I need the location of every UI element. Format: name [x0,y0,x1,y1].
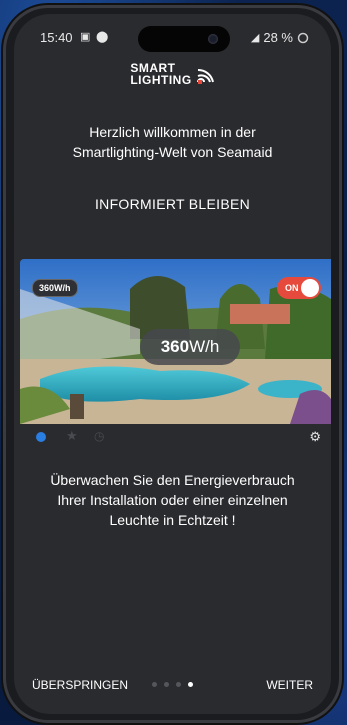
battery-icon [297,32,309,43]
signal-icon: ◢ [250,32,260,44]
media-toolbar: ★ ◷ ⚙ [20,424,331,450]
clock-icon[interactable]: ◷ [94,429,104,443]
light-toggle[interactable]: ON [277,277,321,299]
app-screen: 15:40 ▣ ⬤ ◢ 28 % SMART LIGHTING Herzlich… [14,14,331,714]
status-bar: 15:40 ▣ ⬤ ◢ 28 % [14,26,331,52]
phone-frame: 15:40 ▣ ⬤ ◢ 28 % SMART LIGHTING Herzlich… [6,8,339,720]
page-dot [176,682,181,687]
image-icon: ▣ [80,31,91,43]
skip-button[interactable]: ÜBERSPRINGEN [32,678,128,692]
energy-badge: 360W/h [32,279,78,297]
star-icon[interactable]: ★ [66,428,78,444]
wifi-logo-icon [196,68,214,84]
gear-icon[interactable]: ⚙ [309,429,321,445]
status-right: ◢ 28 % [251,30,309,45]
welcome-text: Herzlich willkommen in der Smartlighting… [72,124,273,160]
logo-text: SMART LIGHTING [130,61,192,87]
page-dot [164,682,169,687]
dynamic-island [138,26,230,52]
camera-icon [208,34,218,44]
page-indicator [152,682,193,687]
feature-description: Überwachen Sie den Energieverbrauch Ihre… [50,472,295,528]
battery-text: 28 % [263,30,293,45]
page-title: INFORMIERT BLEIBEN [94,196,251,212]
toggle-knob [301,279,319,297]
location-icon: ⬤ [96,31,109,43]
bulb-tab-icon[interactable] [36,432,46,442]
next-button[interactable]: WEITER [266,678,313,692]
page-dot-active [188,682,193,687]
page-dot [152,682,157,687]
status-time: 15:40 [40,30,73,45]
energy-readout: 360W/h [140,329,240,365]
onboarding-nav: ÜBERSPRINGEN WEITER [14,678,331,698]
pool-image: 360W/h ON 360W/h [20,259,331,424]
smartlighting-logo: SMART LIGHTING [14,62,331,86]
